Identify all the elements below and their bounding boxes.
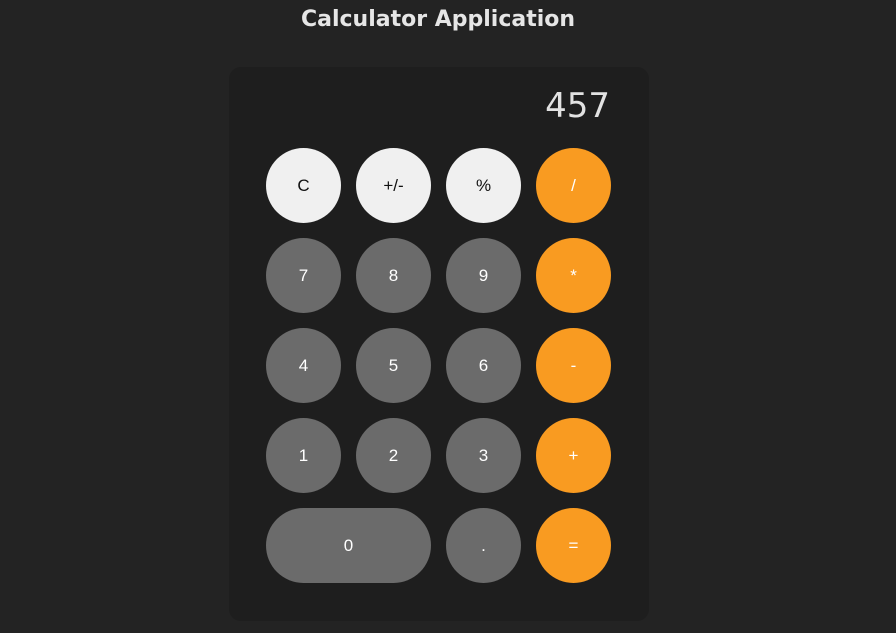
- plus-minus-button[interactable]: +/-: [356, 148, 431, 223]
- add-button[interactable]: +: [536, 418, 611, 493]
- page-title: Calculator Application: [300, 7, 576, 32]
- page: Calculator Application 457 C +/- % / 7 8…: [0, 0, 896, 633]
- digit-6-button[interactable]: 6: [446, 328, 521, 403]
- digit-3-button[interactable]: 3: [446, 418, 521, 493]
- digit-8-button[interactable]: 8: [356, 238, 431, 313]
- digit-2-button[interactable]: 2: [356, 418, 431, 493]
- digit-1-button[interactable]: 1: [266, 418, 341, 493]
- divide-button[interactable]: /: [536, 148, 611, 223]
- digit-4-button[interactable]: 4: [266, 328, 341, 403]
- equals-button[interactable]: =: [536, 508, 611, 583]
- digit-9-button[interactable]: 9: [446, 238, 521, 313]
- percent-button[interactable]: %: [446, 148, 521, 223]
- keypad: C +/- % / 7 8 9 * 4 5 6 - 1 2 3 + 0 . =: [266, 148, 611, 583]
- multiply-button[interactable]: *: [536, 238, 611, 313]
- calculator-display: 457: [545, 86, 610, 126]
- digit-7-button[interactable]: 7: [266, 238, 341, 313]
- digit-5-button[interactable]: 5: [356, 328, 431, 403]
- calculator-panel: 457 C +/- % / 7 8 9 * 4 5 6 - 1 2 3 + 0 …: [229, 67, 649, 621]
- subtract-button[interactable]: -: [536, 328, 611, 403]
- decimal-button[interactable]: .: [446, 508, 521, 583]
- digit-0-button[interactable]: 0: [266, 508, 431, 583]
- clear-button[interactable]: C: [266, 148, 341, 223]
